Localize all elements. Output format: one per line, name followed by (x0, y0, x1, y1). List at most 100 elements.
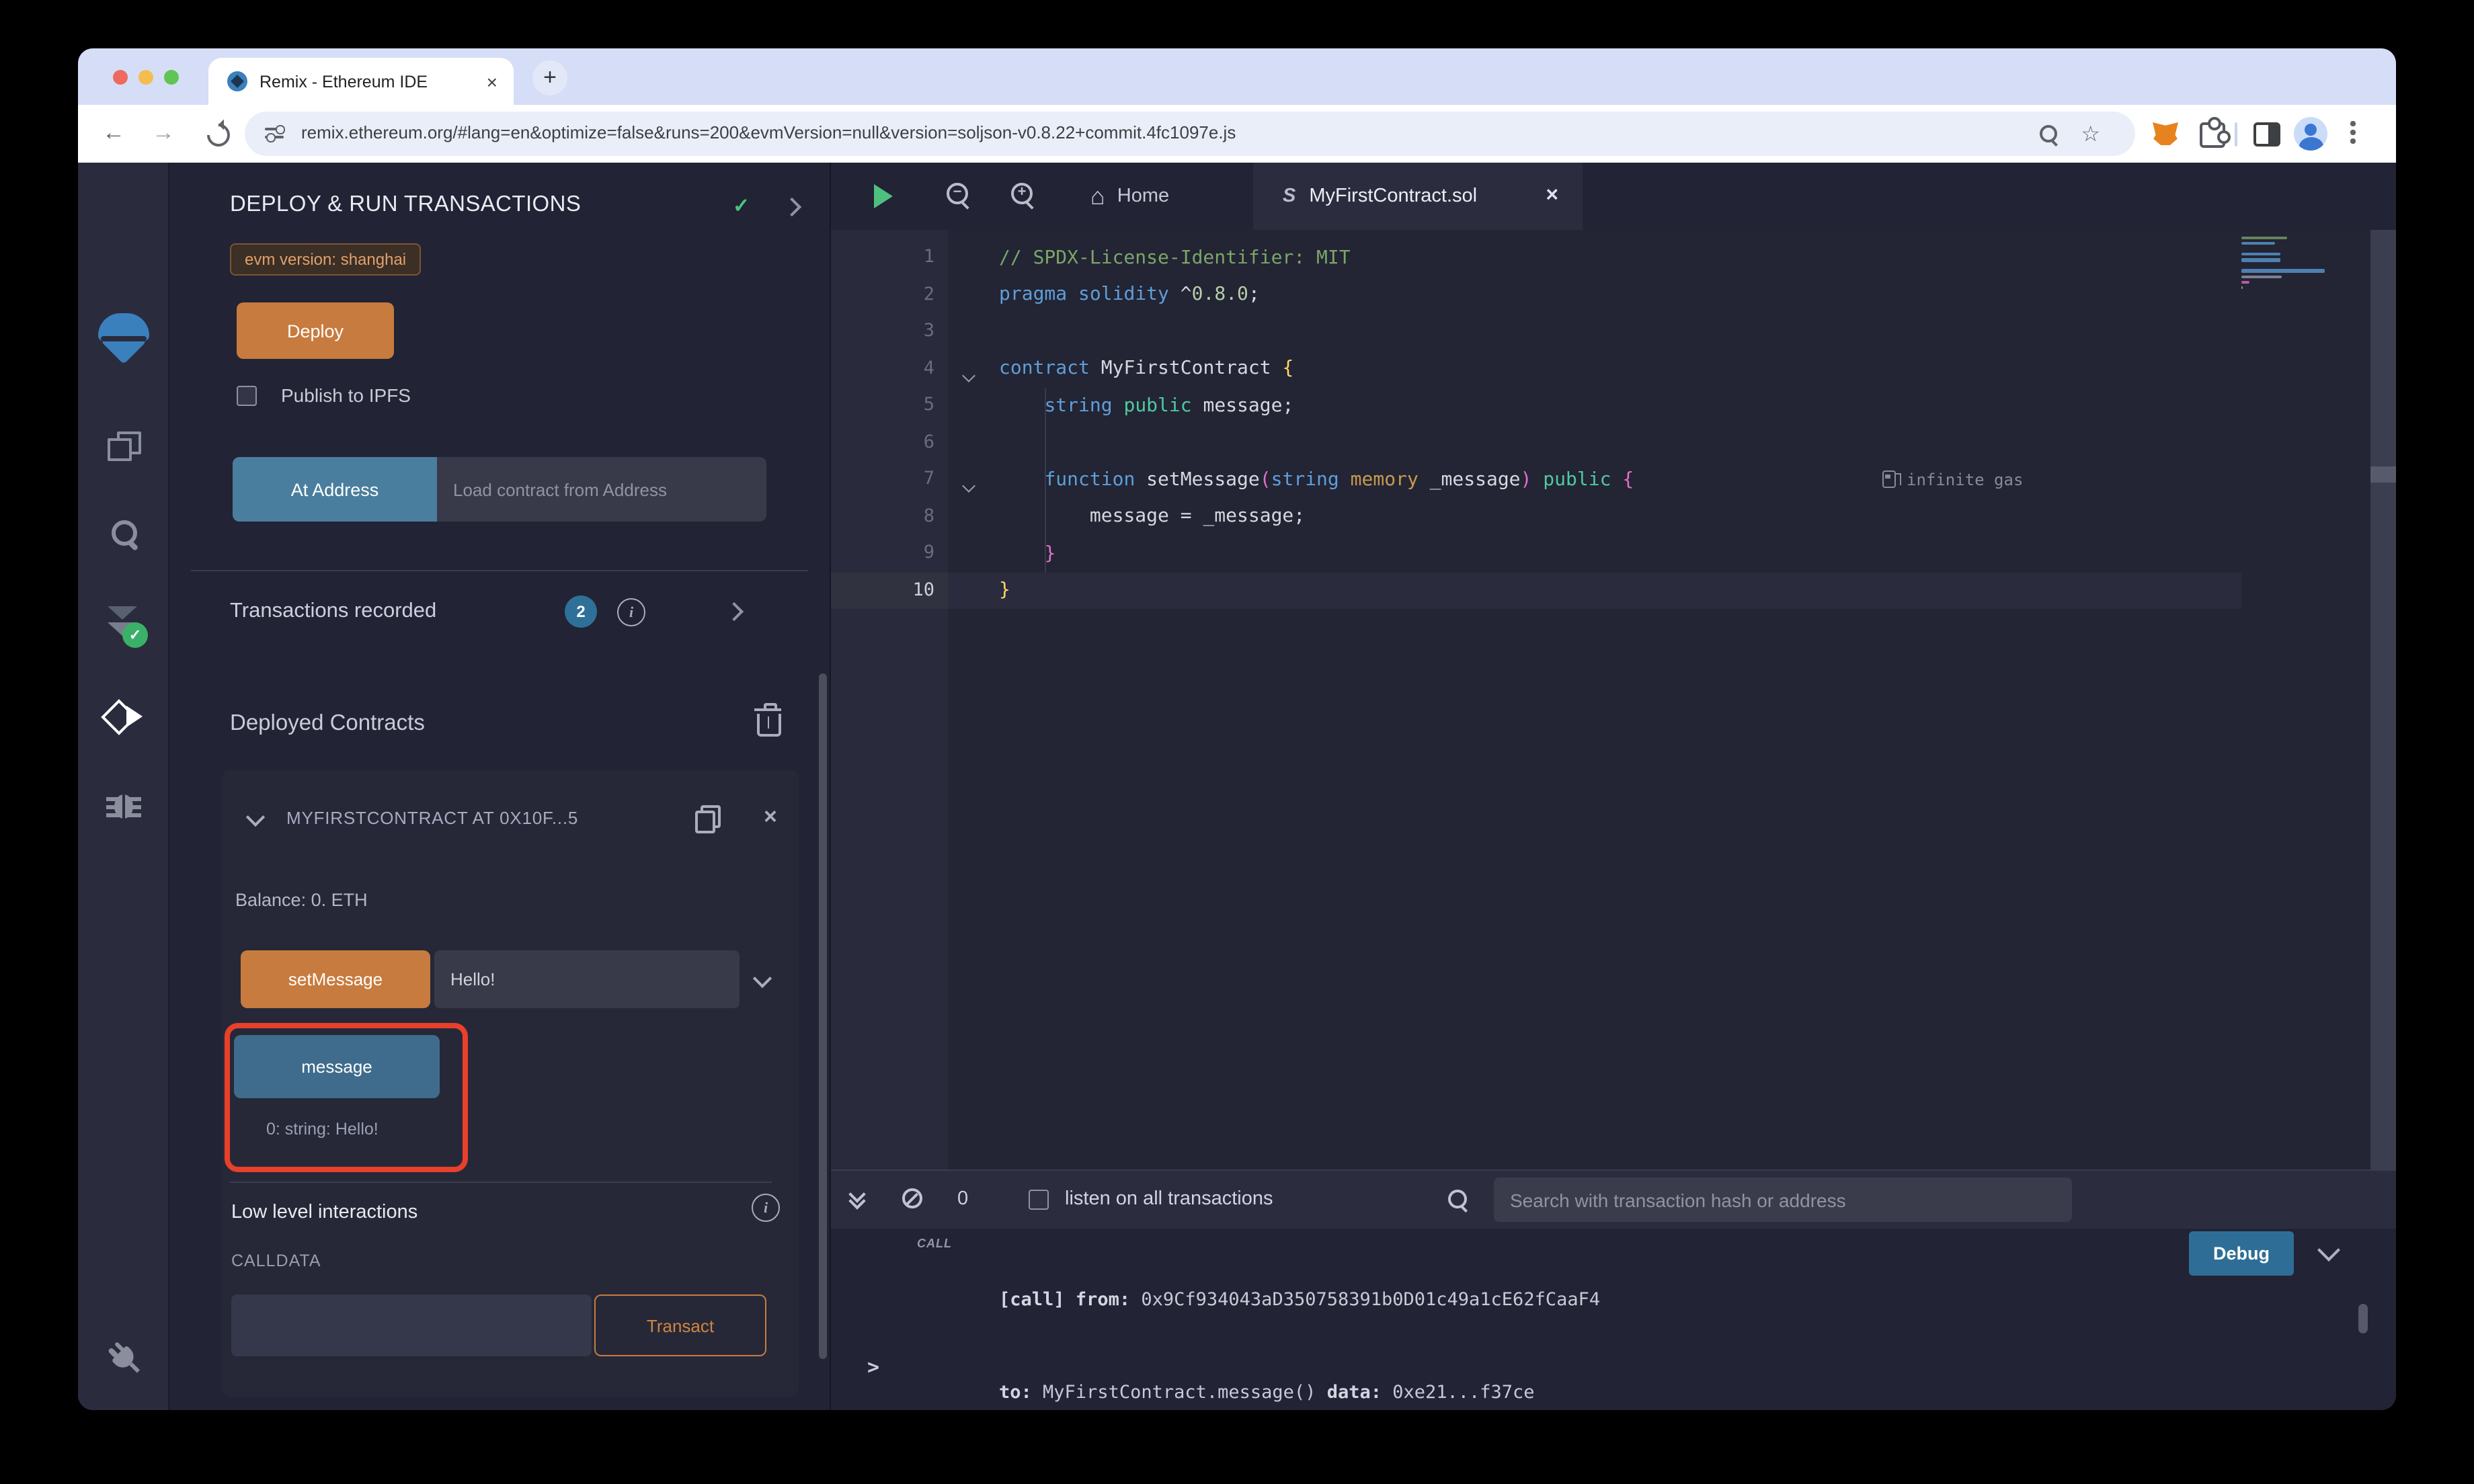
low-level-info-icon[interactable]: i (752, 1194, 780, 1222)
at-address-input[interactable] (437, 457, 766, 522)
browser-tab[interactable]: Remix - Ethereum IDE × (208, 58, 514, 105)
line-number[interactable]: 1 (831, 239, 948, 276)
panel-scrollbar-thumb[interactable] (819, 673, 827, 1359)
terminal: 0 listen on all transactions CALL [call]… (831, 1169, 2396, 1410)
traffic-minimize-button[interactable] (138, 70, 153, 85)
line-number[interactable]: 2 (831, 276, 948, 313)
compile-success-badge: ✓ (122, 622, 148, 648)
collapse-terminal-icon[interactable] (851, 1188, 863, 1207)
code-line[interactable]: 6 (831, 424, 2396, 461)
icon-sidebar: ✓ (78, 163, 169, 1410)
deploy-button[interactable]: Deploy (237, 302, 394, 359)
sidebar-item-debugger[interactable] (78, 792, 169, 821)
sidebar-item-search[interactable] (78, 520, 169, 546)
zoom-out-icon[interactable]: − (947, 183, 968, 204)
code-line[interactable]: 9 } (831, 535, 2396, 572)
at-address-button[interactable]: At Address (233, 457, 437, 522)
close-file-icon[interactable]: × (1546, 184, 1558, 208)
code-line[interactable]: 8 message = _message; (831, 498, 2396, 535)
url-text[interactable]: remix.ethereum.org/#lang=en&optimize=fal… (301, 122, 1236, 142)
sidebar-item-plugin-manager[interactable] (78, 1337, 169, 1378)
fold-chevron-icon[interactable] (964, 473, 973, 497)
line-number[interactable]: 10 (831, 572, 948, 609)
new-tab-button[interactable]: + (532, 60, 567, 95)
terminal-scroll-pill[interactable] (2358, 1304, 2368, 1333)
copy-address-icon[interactable] (695, 805, 718, 831)
panel-collapse-icon[interactable] (783, 198, 801, 216)
address-bar[interactable]: remix.ethereum.org/#lang=en&optimize=fal… (245, 112, 2135, 156)
sidepanel-icon[interactable] (2253, 122, 2280, 147)
code-line[interactable]: 2pragma solidity ^0.8.0; (831, 276, 2396, 313)
site-settings-icon[interactable] (265, 125, 284, 142)
profile-avatar[interactable] (2294, 117, 2327, 151)
publish-ipfs-label[interactable]: Publish to IPFS (281, 384, 411, 406)
code-line[interactable]: 3 (831, 313, 2396, 350)
fold-chevron-icon[interactable] (964, 362, 973, 386)
line-number[interactable]: 6 (831, 424, 948, 461)
remix-logo[interactable] (78, 313, 169, 363)
code-editor[interactable]: 1// SPDX-License-Identifier: MIT2pragma … (831, 230, 2396, 1169)
metamask-extension-icon[interactable] (2153, 122, 2178, 145)
card-divider (230, 1182, 772, 1183)
calldata-input[interactable] (231, 1294, 592, 1356)
code-text: message = _message; (948, 506, 1305, 528)
forward-icon[interactable]: → (152, 121, 175, 145)
tab-home[interactable]: ⌂ Home (1061, 163, 1259, 230)
log-expand-icon[interactable] (2317, 1239, 2340, 1262)
toolbar-divider (2235, 122, 2237, 147)
traffic-close-button[interactable] (113, 70, 128, 85)
clear-contracts-trash-icon[interactable] (757, 714, 781, 737)
set-message-button[interactable]: setMessage (241, 950, 430, 1008)
code-line[interactable]: 5 string public message; (831, 387, 2396, 424)
listen-all-label[interactable]: listen on all transactions (1065, 1188, 1273, 1210)
contract-name[interactable]: MYFIRSTCONTRACT AT 0X10F...5 (286, 808, 578, 828)
tab-close-icon[interactable]: × (487, 71, 497, 92)
zoom-in-icon[interactable]: + (1011, 183, 1033, 204)
transact-button[interactable]: Transact (594, 1294, 766, 1356)
code-line[interactable]: 10} (831, 572, 2396, 609)
transactions-expand-icon[interactable] (725, 602, 744, 621)
listen-all-checkbox[interactable] (1029, 1190, 1049, 1210)
terminal-search-input[interactable] (1494, 1178, 2072, 1222)
panel-divider (191, 570, 808, 571)
minimap-line (2241, 286, 2243, 288)
bookmark-star-icon[interactable]: ☆ (2081, 121, 2100, 148)
terminal-log[interactable]: [call] from: 0x9Cf934043aD350758391b0D01… (999, 1223, 1600, 1410)
minimap-line (2241, 275, 2282, 278)
code-line[interactable]: 1// SPDX-License-Identifier: MIT (831, 239, 2396, 276)
editor-minimap[interactable] (2241, 237, 2370, 292)
code-line[interactable]: 4contract MyFirstContract { (831, 350, 2396, 387)
publish-ipfs-checkbox[interactable] (237, 386, 257, 406)
debug-button[interactable]: Debug (2189, 1231, 2294, 1276)
line-number[interactable]: 5 (831, 387, 948, 424)
reload-icon[interactable] (202, 119, 235, 151)
run-script-icon[interactable] (874, 184, 905, 208)
deployed-contract-card: MYFIRSTCONTRACT AT 0X10F...5 × Balance: … (222, 770, 799, 1397)
extensions-puzzle-icon[interactable] (2200, 122, 2225, 148)
sidebar-item-deploy-and-run[interactable] (78, 700, 169, 733)
line-number[interactable]: 3 (831, 313, 948, 350)
sidebar-item-file-explorer[interactable] (78, 431, 169, 461)
line-number[interactable]: 8 (831, 498, 948, 535)
editor-scrollbar-thumb[interactable] (2370, 466, 2396, 483)
zoom-page-icon[interactable] (2040, 125, 2057, 142)
line-number[interactable]: 9 (831, 535, 948, 572)
terminal-prompt[interactable]: > (867, 1355, 879, 1379)
code-line[interactable]: 7 function setMessage(string memory _mes… (831, 461, 2396, 498)
editor-scrollbar[interactable] (2370, 230, 2396, 1169)
back-icon[interactable]: ← (102, 121, 125, 145)
transactions-info-icon[interactable]: i (617, 598, 645, 626)
set-message-input[interactable] (434, 950, 740, 1008)
line-number[interactable]: 7 (831, 461, 948, 498)
remove-contract-icon[interactable]: × (764, 804, 777, 831)
line-number[interactable]: 4 (831, 350, 948, 387)
sidebar-item-solidity-compiler[interactable]: ✓ (78, 606, 169, 641)
message-button[interactable]: message (234, 1035, 440, 1098)
clear-terminal-icon[interactable] (902, 1188, 922, 1208)
contract-collapse-icon[interactable] (246, 808, 265, 827)
minimap-line (2241, 237, 2287, 239)
traffic-zoom-button[interactable] (164, 70, 179, 85)
set-message-expand-icon[interactable] (753, 969, 772, 988)
tab-myfirstcontract[interactable]: S MyFirstContract.sol × (1253, 163, 1583, 230)
browser-menu-icon[interactable] (2350, 121, 2355, 126)
